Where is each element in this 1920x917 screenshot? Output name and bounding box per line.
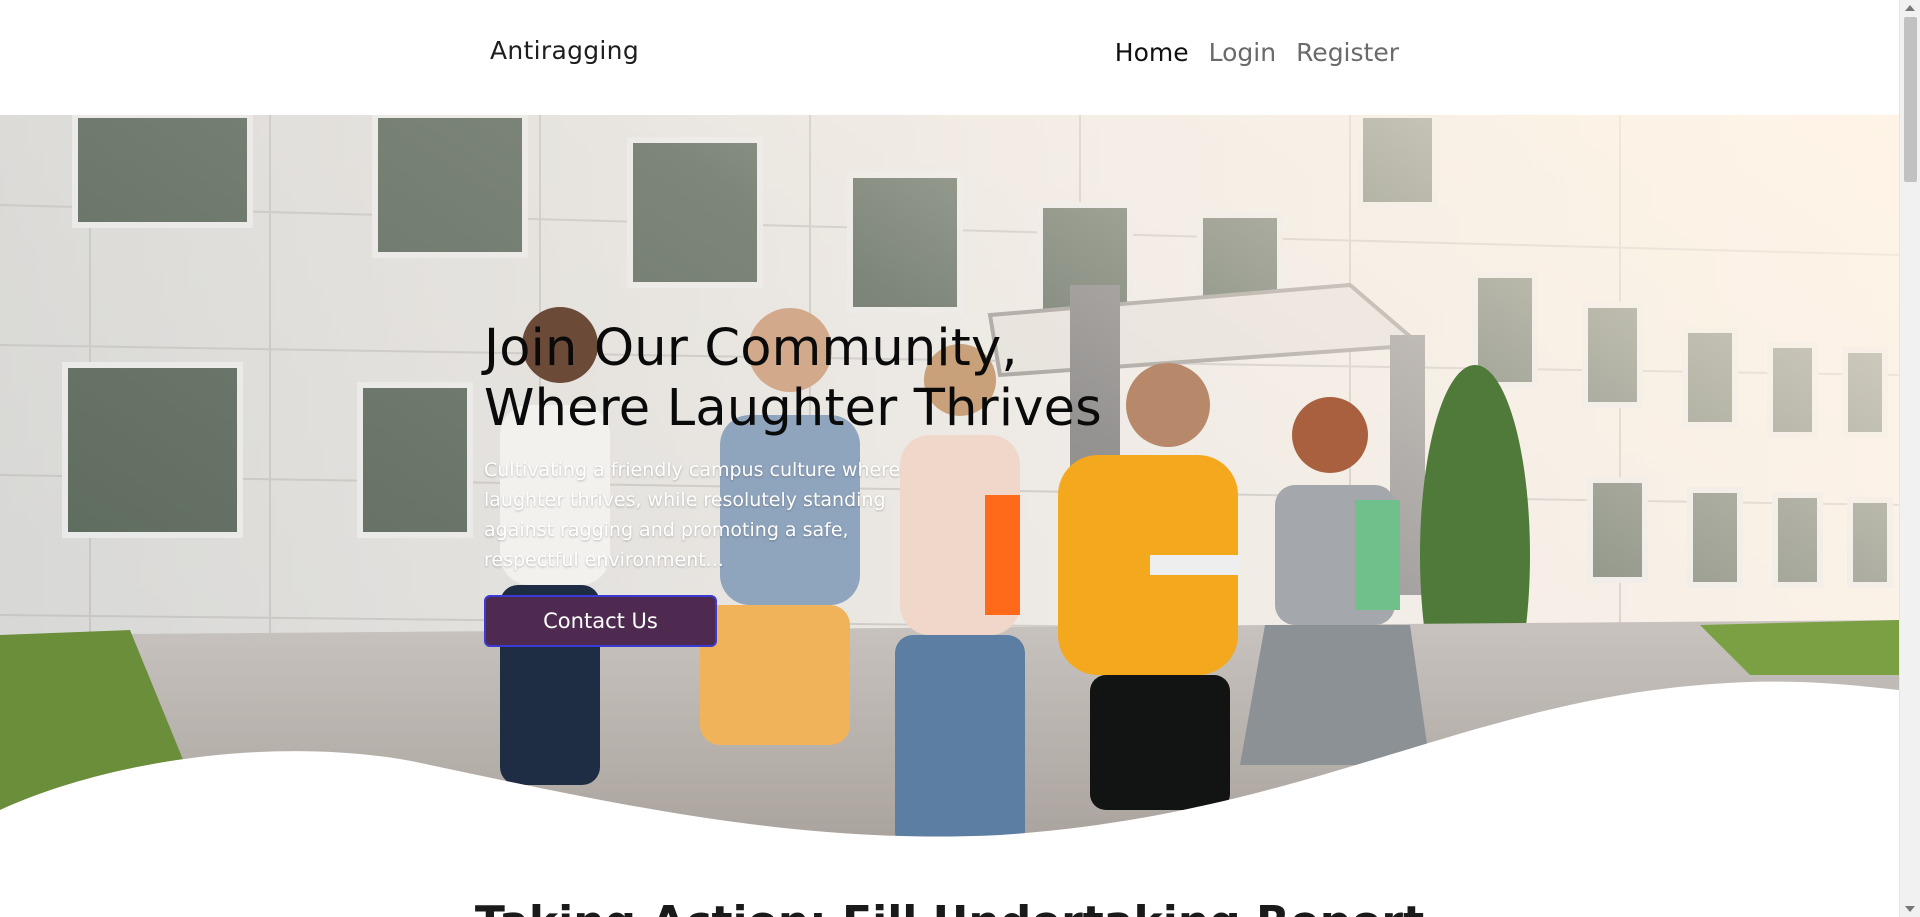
- navbar: Antiragging Home Login Register: [0, 0, 1899, 115]
- nav-login-link[interactable]: Login: [1209, 38, 1276, 67]
- section-title: Taking Action: Fill Undertaking Report: [0, 897, 1899, 917]
- hero-section: Join Our Community, Where Laughter Thriv…: [0, 115, 1899, 850]
- nav-home-link[interactable]: Home: [1115, 38, 1189, 67]
- brand-logo[interactable]: Antiragging: [490, 36, 639, 65]
- nav-register-link[interactable]: Register: [1296, 38, 1399, 67]
- scroll-up-arrow-icon[interactable]: [1905, 5, 1915, 11]
- page: Antiragging Home Login Register Join Our…: [0, 0, 1920, 917]
- hero-title: Join Our Community, Where Laughter Thriv…: [484, 319, 1124, 439]
- vertical-scrollbar[interactable]: [1899, 0, 1920, 917]
- hero-content: Join Our Community, Where Laughter Thriv…: [484, 319, 1124, 647]
- scroll-down-arrow-icon[interactable]: [1905, 906, 1915, 912]
- contact-us-button[interactable]: Contact Us: [484, 595, 717, 647]
- nav-links: Home Login Register: [1115, 38, 1399, 67]
- hero-description: Cultivating a friendly campus culture wh…: [484, 459, 901, 571]
- hero-title-line1: Join Our Community,: [484, 319, 1018, 378]
- scrollbar-thumb[interactable]: [1904, 17, 1917, 182]
- hero-title-line2: Where Laughter Thrives: [484, 379, 1102, 438]
